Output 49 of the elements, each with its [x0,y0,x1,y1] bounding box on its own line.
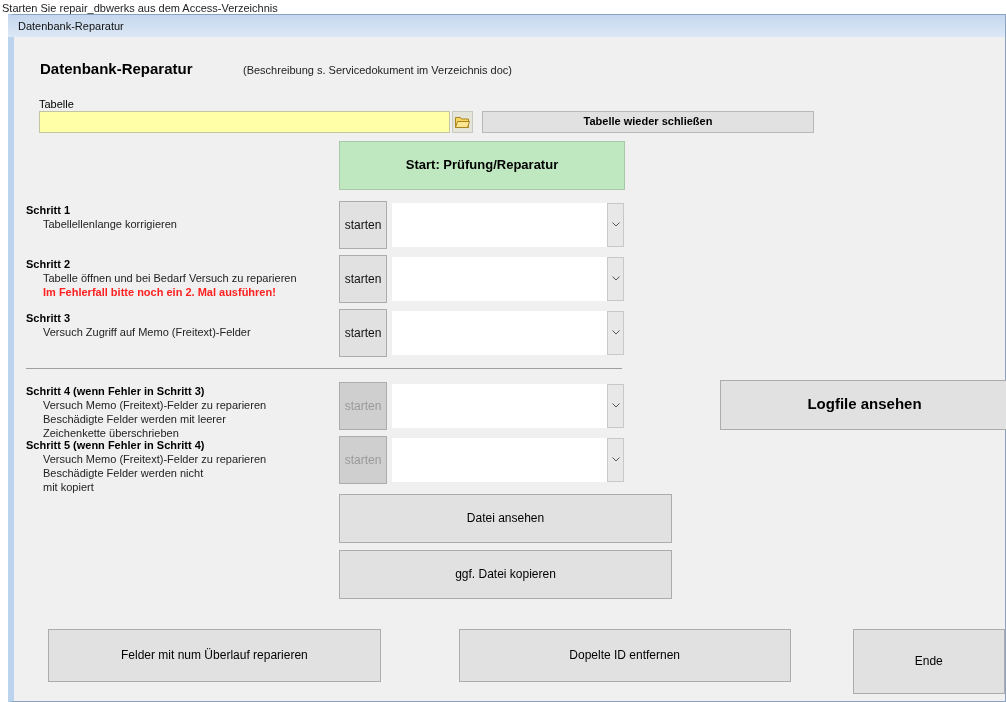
folder-icon [455,115,470,128]
step-description: Zeichenkette überschrieben [42,425,180,440]
dropdown-button[interactable] [607,256,624,301]
result-dropdown[interactable] [392,437,624,482]
step-description: Tabellellenlange korrigieren [42,216,178,231]
file-button[interactable]: ggf. Datei kopieren [339,549,672,599]
close-table-button[interactable]: Tabelle wieder schließen [482,110,814,133]
table-label: Tabelle [38,97,75,111]
dropdown-button[interactable] [607,437,624,482]
dropdown-button[interactable] [607,310,624,355]
chevron-down-icon [611,276,620,281]
start-step-button[interactable]: starten [339,200,387,249]
action-button[interactable]: Ende [852,628,1005,694]
step-description: Versuch Zugriff auf Memo (Freitext)-Felder [42,324,252,339]
table-input-field[interactable] [39,110,450,133]
window-title: Datenbank-Reparatur [18,18,124,34]
chevron-down-icon [611,403,620,408]
step-description: Versuch Memo (Freitext)-Felder zu reparieren [42,397,268,412]
step-title: Schritt 4 (wenn Fehler in Schritt 3) [26,383,206,398]
result-dropdown[interactable] [392,310,624,355]
chevron-down-icon [611,330,620,335]
step-description: Beschädigte Felder werden nicht [42,465,205,480]
step-description: Tabelle öffnen und bei Bedarf Versuch zu reparieren [42,270,298,285]
form-heading: Datenbank-Reparatur [40,59,194,79]
dropdown-button[interactable] [607,202,624,247]
folder-browse-button[interactable] [452,110,473,133]
step-description: Versuch Memo (Freitext)-Felder zu reparieren [42,451,268,466]
file-button[interactable]: Datei ansehen [339,493,672,543]
action-button[interactable]: Dopelte ID entfernen [458,628,791,682]
result-dropdown[interactable] [392,383,624,428]
warning-text: Im Fehlerfall bitte noch ein 2. Mal ausführen! [42,284,277,299]
result-dropdown[interactable] [392,202,624,247]
chevron-down-icon [611,222,620,227]
step-title: Schritt 5 (wenn Fehler in Schritt 4) [26,437,206,452]
action-button[interactable]: Felder mit num Überlauf reparieren [48,628,381,682]
step-title: Schritt 2 [26,256,71,271]
caption-text: Starten Sie repair_dbwerks aus dem Access-Verzeichnis [2,2,278,14]
step-description: mit kopiert [42,479,95,494]
start-step-button[interactable]: starten [339,308,387,357]
dropdown-button[interactable] [607,383,624,428]
chevron-down-icon [611,457,620,462]
start-check-repair-button[interactable]: Start: Prüfung/Reparatur [339,140,625,190]
result-dropdown[interactable] [392,256,624,301]
step-title: Schritt 3 [26,310,71,325]
start-step-button[interactable]: starten [339,254,387,303]
step-description: Beschädigte Felder werden mit leerer [42,411,227,426]
step-title: Schritt 1 [26,202,71,217]
description-text: (Beschreibung s. Servicedokument im Verzeichnis doc) [243,63,512,78]
view-logfile-button[interactable]: Logfile ansehen [720,379,1006,430]
